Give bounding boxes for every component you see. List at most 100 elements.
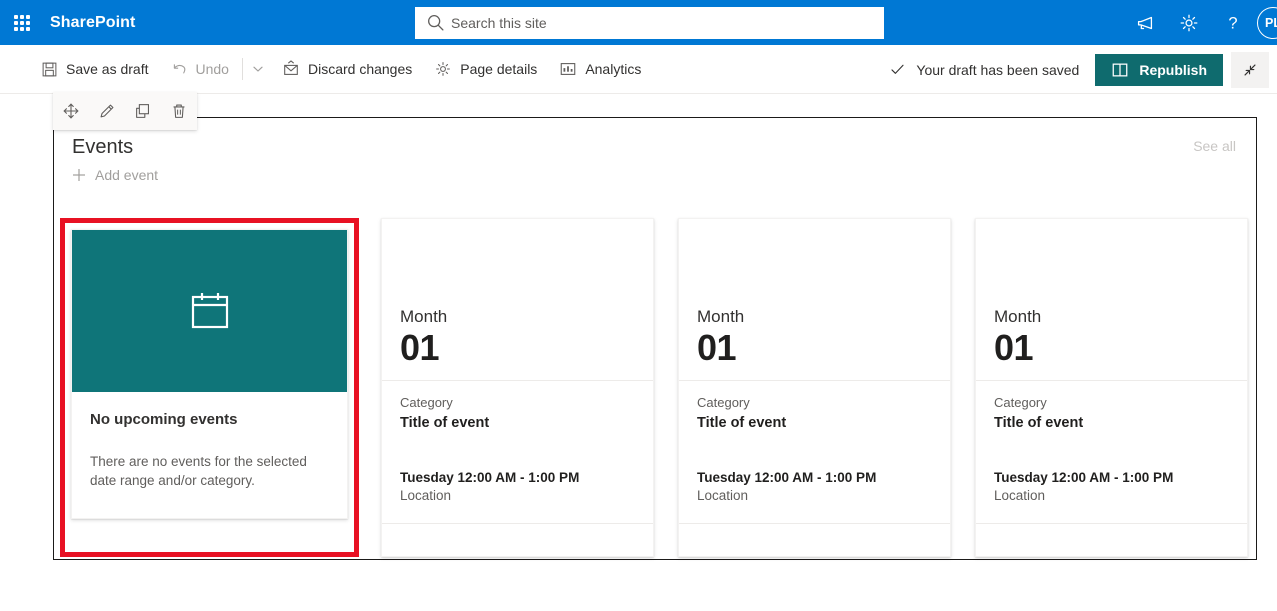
republish-label: Republish [1139, 61, 1207, 78]
search-box[interactable] [415, 7, 884, 39]
suite-bar: SharePoint Search this site ? P [0, 0, 1277, 45]
event-title: Title of event [697, 415, 787, 431]
app-launcher-button[interactable] [0, 0, 44, 45]
add-event-label: Add event [95, 167, 159, 183]
event-card-wrapper: Month 01 Category Title of event Tuesday… [975, 218, 1248, 557]
event-meta-block: Category Title of event Tuesday 12:00 AM… [679, 381, 950, 524]
waffle-icon [14, 14, 30, 31]
suite-bar-actions: ? PL [1123, 0, 1277, 45]
undo-label: Undo [195, 61, 229, 77]
add-event-button[interactable]: Add event [72, 167, 158, 183]
event-location: Location [994, 488, 1046, 503]
event-card-footer [679, 524, 950, 556]
event-category: Category [697, 395, 750, 410]
page-details-button[interactable]: Page details [423, 49, 548, 89]
event-day: 01 [400, 327, 440, 368]
event-date-block: Month 01 [976, 219, 1247, 381]
calendar-icon [191, 293, 228, 329]
plus-icon [73, 169, 85, 181]
event-month: Month [994, 307, 1042, 326]
event-when: Tuesday 12:00 AM - 1:00 PM [400, 470, 580, 485]
event-location: Location [400, 488, 452, 503]
discard-changes-button[interactable]: Discard changes [271, 49, 423, 89]
settings-button[interactable] [1167, 0, 1211, 45]
delete-icon [173, 104, 185, 118]
events-card-row: No upcoming events There are no events f… [54, 218, 1258, 557]
save-status: Your draft has been saved [889, 61, 1079, 78]
event-card-wrapper: Month 01 Category Title of event Tuesday… [678, 218, 951, 557]
see-all-link[interactable]: See all [1193, 138, 1236, 154]
search-icon [428, 15, 444, 31]
megaphone-icon [1137, 16, 1153, 29]
undo-icon [173, 63, 185, 73]
command-bar: Save as draft Undo Discard changes Page … [0, 45, 1277, 94]
no-events-description: There are no events for the selected dat… [90, 454, 307, 488]
move-handle-icon [63, 103, 79, 119]
help-button[interactable]: ? [1211, 0, 1255, 45]
analytics-label: Analytics [585, 61, 642, 77]
sharepoint-brand-link[interactable]: SharePoint [50, 14, 135, 32]
event-when: Tuesday 12:00 AM - 1:00 PM [697, 470, 877, 485]
edit-pencil-icon [100, 104, 114, 118]
selected-card-highlight: No upcoming events There are no events f… [60, 218, 359, 557]
save-icon [42, 62, 57, 76]
event-title: Title of event [994, 415, 1084, 431]
event-meta-block: Category Title of event Tuesday 12:00 AM… [976, 381, 1247, 524]
duplicate-icon [136, 104, 149, 118]
event-when: Tuesday 12:00 AM - 1:00 PM [994, 470, 1174, 485]
event-day: 01 [994, 327, 1034, 368]
gear-icon [1180, 14, 1198, 31]
avatar[interactable]: PL [1257, 6, 1277, 39]
event-date-block: Month 01 [679, 219, 950, 381]
help-icon: ? [1228, 14, 1237, 32]
event-location: Location [697, 488, 749, 503]
checkmark-icon [891, 64, 904, 74]
save-status-label: Your draft has been saved [916, 61, 1080, 78]
discard-changes-label: Discard changes [307, 61, 413, 77]
collapse-arrows-icon [1244, 63, 1256, 76]
search-input[interactable] [451, 15, 874, 31]
events-header: Events Add event See all [54, 118, 1256, 187]
event-category: Category [994, 395, 1047, 410]
event-card[interactable]: Month 01 Category Title of event Tuesday… [678, 218, 951, 557]
undo-button[interactable]: Undo [160, 49, 240, 89]
exit-full-screen-button[interactable] [1231, 51, 1269, 88]
event-meta-block: Category Title of event Tuesday 12:00 AM… [382, 381, 653, 524]
no-events-thumbnail [72, 230, 347, 392]
event-title: Title of event [400, 415, 490, 431]
discard-icon [284, 60, 298, 75]
save-as-draft-label: Save as draft [66, 61, 149, 77]
publish-columns-icon [1112, 63, 1128, 76]
event-card[interactable]: Month 01 Category Title of event Tuesday… [381, 218, 654, 557]
svg-text:?: ? [1228, 14, 1237, 32]
no-events-title: No upcoming events [90, 411, 238, 428]
page-details-label: Page details [460, 61, 538, 77]
page-title: Events [72, 136, 134, 158]
page-details-gear-icon [436, 62, 451, 76]
republish-button[interactable]: Republish [1095, 53, 1223, 86]
undo-separator [241, 58, 243, 80]
edit-web-part-button[interactable] [89, 93, 125, 129]
delete-web-part-button[interactable] [161, 93, 197, 129]
event-card-footer [382, 524, 653, 556]
analytics-button[interactable]: Analytics [548, 49, 652, 89]
no-events-card[interactable]: No upcoming events There are no events f… [71, 229, 348, 519]
analytics-icon [561, 63, 576, 75]
command-bar-right: Your draft has been saved Republish [889, 45, 1269, 94]
event-date-block: Month 01 [382, 219, 653, 381]
feedback-button[interactable] [1123, 0, 1167, 45]
event-month: Month [400, 307, 448, 326]
duplicate-web-part-button[interactable] [125, 93, 161, 129]
event-card-wrapper: Month 01 Category Title of event Tuesday… [381, 218, 654, 557]
chevron-down-icon [253, 66, 263, 72]
event-card[interactable]: Month 01 Category Title of event Tuesday… [975, 218, 1248, 557]
events-web-part[interactable]: Events Add event See all No upcoming eve… [53, 117, 1257, 560]
undo-dropdown-button[interactable] [245, 51, 271, 87]
page-canvas: Events Add event See all No upcoming eve… [0, 92, 1277, 611]
save-as-draft-button[interactable]: Save as draft [30, 49, 160, 89]
event-day: 01 [697, 327, 737, 368]
move-handle-button[interactable] [53, 93, 89, 129]
web-part-floating-toolbar [53, 92, 197, 130]
event-month: Month [697, 307, 745, 326]
event-category: Category [400, 395, 453, 410]
